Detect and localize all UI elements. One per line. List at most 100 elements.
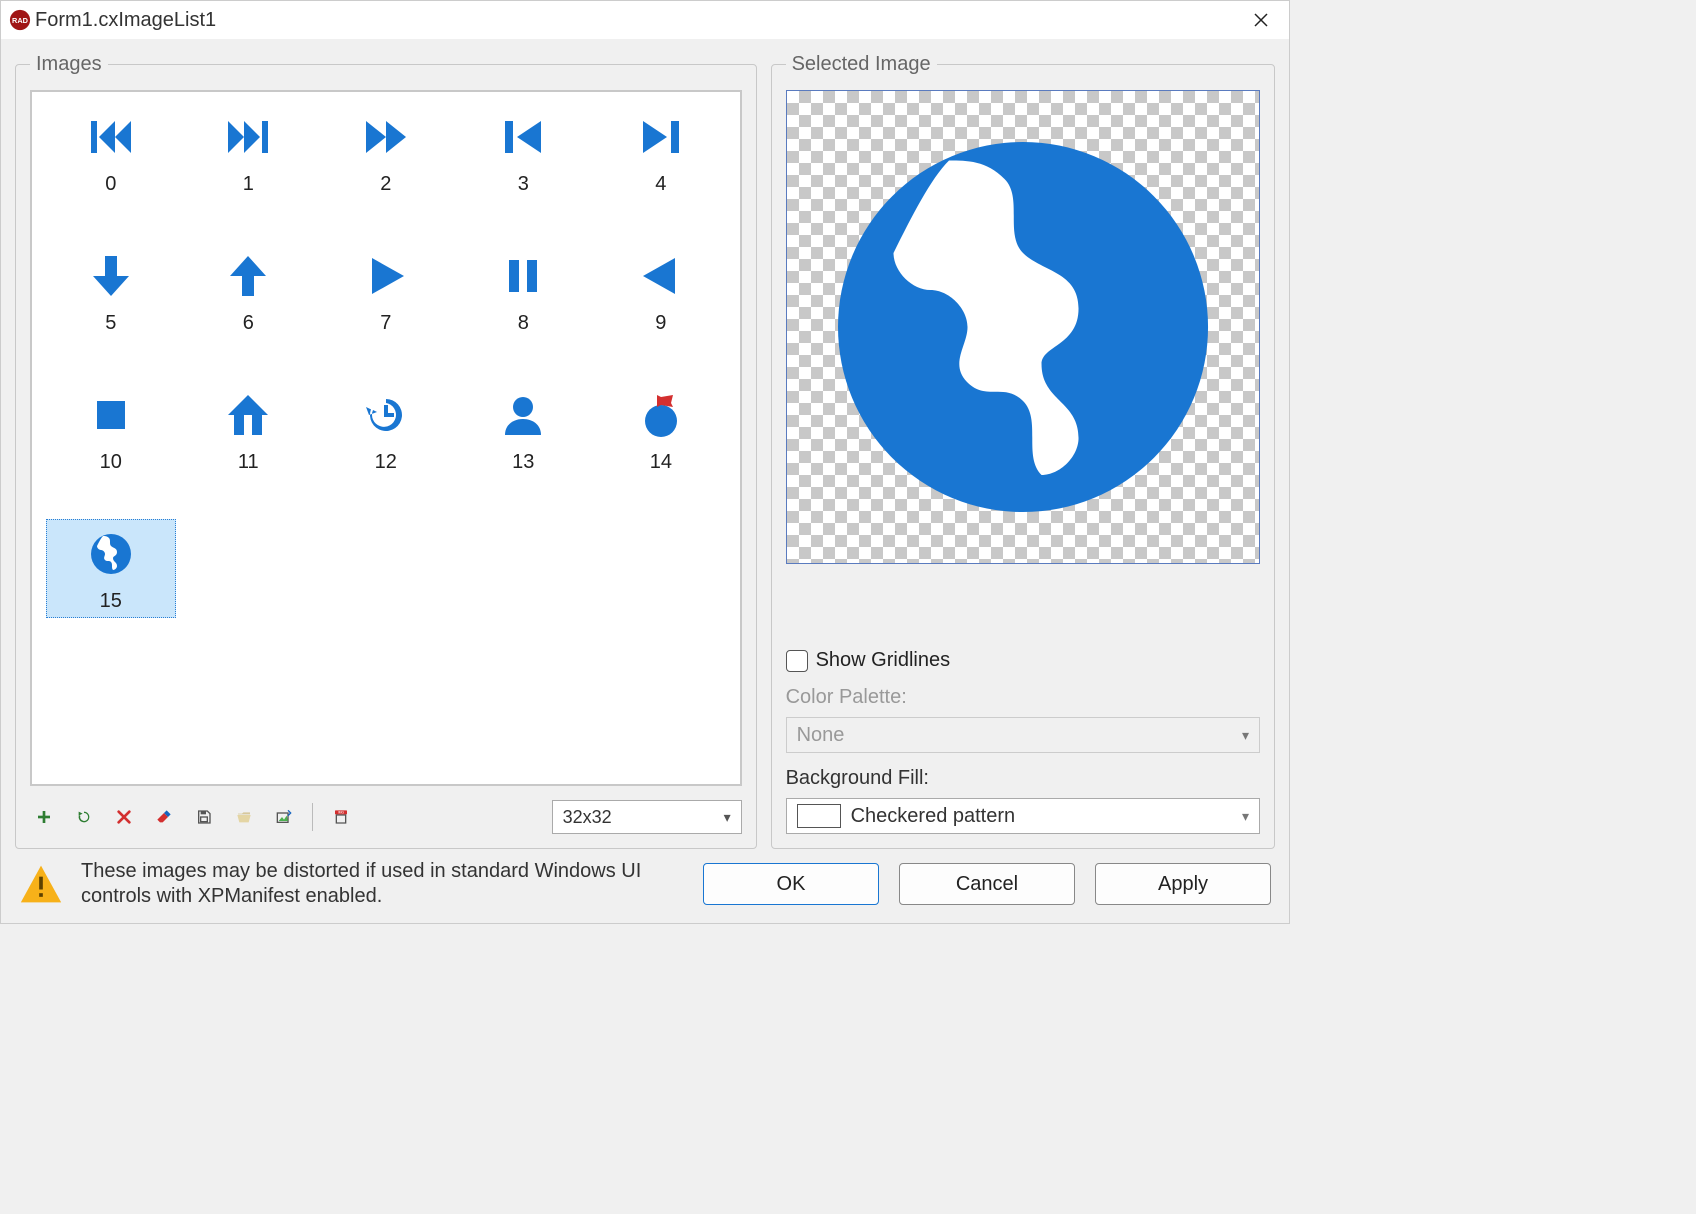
- show-gridlines-checkbox[interactable]: Show Gridlines: [786, 649, 1260, 672]
- image-size-value: 32x32: [563, 807, 612, 828]
- globe-icon: [801, 105, 1245, 549]
- images-group: Images 0123456789101112131415: [15, 53, 757, 849]
- save-button[interactable]: [190, 803, 218, 831]
- image-thumb-9[interactable]: 9: [596, 241, 726, 340]
- save-icon: [196, 806, 212, 828]
- export-picture-button[interactable]: [270, 803, 298, 831]
- image-size-select[interactable]: 32x32: [552, 800, 742, 834]
- imagelist-editor-dialog: Form1.cxImageList1 Images 01234567891011…: [0, 0, 1290, 924]
- images-group-label: Images: [30, 53, 108, 76]
- color-palette-label: Color Palette:: [786, 686, 1260, 709]
- image-thumb-4[interactable]: 4: [596, 102, 726, 201]
- refresh-button[interactable]: [70, 803, 98, 831]
- image-thumb-5[interactable]: 5: [46, 241, 176, 340]
- ok-button-label: OK: [777, 873, 806, 896]
- image-thumb-12[interactable]: 12: [321, 380, 451, 479]
- image-index-label: 5: [105, 312, 116, 335]
- warning-text: These images may be distorted if used in…: [81, 859, 685, 909]
- show-gridlines-label: Show Gridlines: [816, 649, 951, 672]
- preview-options: Show Gridlines Color Palette: None Backg…: [786, 599, 1260, 834]
- images-toolbar: 32x32: [30, 786, 742, 834]
- toolbar-separator: [312, 803, 313, 831]
- footer-buttons: OK Cancel Apply: [703, 863, 1271, 905]
- image-thumb-0[interactable]: 0: [46, 102, 176, 201]
- image-index-label: 8: [518, 312, 529, 335]
- globe-icon: [83, 526, 139, 582]
- flag-circle-icon: [633, 387, 689, 443]
- open-button[interactable]: [230, 803, 258, 831]
- cancel-button-label: Cancel: [956, 873, 1018, 896]
- app-icon: [9, 9, 31, 31]
- image-index-label: 9: [655, 312, 666, 335]
- next-track-icon: [633, 109, 689, 165]
- image-thumb-2[interactable]: 2: [321, 102, 451, 201]
- delete-button[interactable]: [110, 803, 138, 831]
- play-icon: [358, 248, 414, 304]
- fast-forward-end-icon: [220, 109, 276, 165]
- image-index-label: 15: [100, 590, 122, 613]
- image-thumb-15[interactable]: 15: [46, 519, 176, 618]
- pause-icon: [495, 248, 551, 304]
- image-thumb-1[interactable]: 1: [183, 102, 313, 201]
- image-index-label: 12: [375, 451, 397, 474]
- play-left-icon: [633, 248, 689, 304]
- arrow-down-icon: [83, 248, 139, 304]
- image-index-label: 11: [238, 451, 259, 474]
- image-format-button[interactable]: [327, 803, 355, 831]
- image-index-label: 14: [650, 451, 672, 474]
- add-image-button[interactable]: [30, 803, 58, 831]
- plus-icon: [36, 806, 52, 828]
- close-button[interactable]: [1241, 5, 1281, 35]
- image-index-label: 6: [243, 312, 254, 335]
- image-index-label: 7: [380, 312, 391, 335]
- eraser-icon: [156, 806, 172, 828]
- dialog-footer: These images may be distorted if used in…: [1, 849, 1289, 923]
- image-thumb-3[interactable]: 3: [458, 102, 588, 201]
- history-icon: [358, 387, 414, 443]
- apply-button-label: Apply: [1158, 873, 1208, 896]
- delete-x-icon: [116, 807, 132, 827]
- image-index-label: 4: [655, 173, 666, 196]
- home-icon: [220, 387, 276, 443]
- background-fill-label: Background Fill:: [786, 767, 1260, 790]
- image-thumb-10[interactable]: 10: [46, 380, 176, 479]
- prev-track-icon: [495, 109, 551, 165]
- warning-icon: [19, 860, 63, 908]
- selected-image-label: Selected Image: [786, 53, 937, 76]
- image-index-label: 2: [380, 173, 391, 196]
- image-index-label: 10: [100, 451, 122, 474]
- image-thumb-11[interactable]: 11: [183, 380, 313, 479]
- image-thumb-7[interactable]: 7: [321, 241, 451, 340]
- image-index-label: 13: [512, 451, 534, 474]
- picture-export-icon: [276, 805, 292, 829]
- ok-button[interactable]: OK: [703, 863, 879, 905]
- erase-button[interactable]: [150, 803, 178, 831]
- user-icon: [495, 387, 551, 443]
- background-fill-swatch: [797, 804, 841, 828]
- rewind-start-icon: [83, 109, 139, 165]
- color-palette-select: None: [786, 717, 1260, 753]
- image-thumb-13[interactable]: 13: [458, 380, 588, 479]
- image-index-label: 1: [243, 173, 254, 196]
- image-index-label: 3: [518, 173, 529, 196]
- image-thumb-6[interactable]: 6: [183, 241, 313, 340]
- close-icon: [1253, 12, 1269, 28]
- apply-button[interactable]: Apply: [1095, 863, 1271, 905]
- cancel-button[interactable]: Cancel: [899, 863, 1075, 905]
- titlebar: Form1.cxImageList1: [1, 1, 1289, 39]
- image-thumb-8[interactable]: 8: [458, 241, 588, 340]
- img-badge-icon: [333, 805, 349, 829]
- selected-image-preview: [786, 90, 1260, 564]
- image-thumb-14[interactable]: 14: [596, 380, 726, 479]
- background-fill-value: Checkered pattern: [851, 805, 1016, 828]
- color-palette-value: None: [797, 724, 845, 747]
- stop-icon: [83, 387, 139, 443]
- image-index-label: 0: [105, 173, 116, 196]
- fast-forward-icon: [358, 109, 414, 165]
- folder-open-icon: [236, 806, 252, 828]
- image-list-grid[interactable]: 0123456789101112131415: [30, 90, 742, 786]
- background-fill-select[interactable]: Checkered pattern: [786, 798, 1260, 834]
- window-title: Form1.cxImageList1: [35, 9, 216, 32]
- arrow-up-icon: [220, 248, 276, 304]
- refresh-icon: [76, 806, 92, 828]
